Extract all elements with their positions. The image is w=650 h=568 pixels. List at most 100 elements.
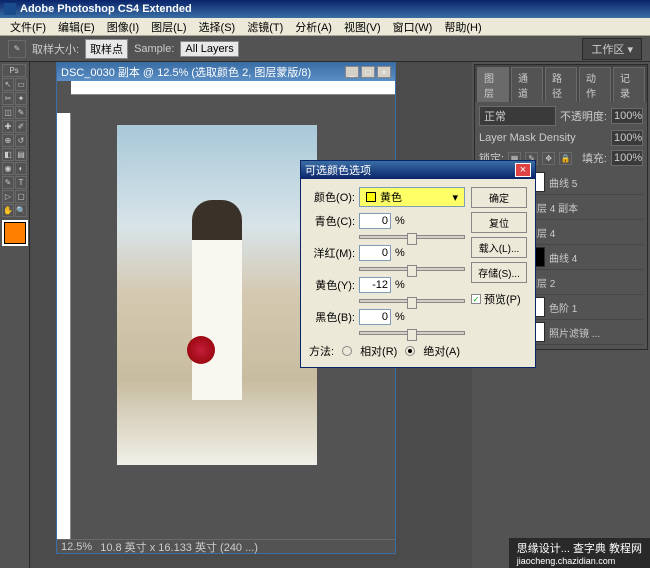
method-absolute-radio[interactable] — [405, 346, 415, 356]
cyan-slider[interactable] — [359, 235, 465, 239]
color-select[interactable]: 黄色▾ — [359, 187, 465, 207]
menu-filter[interactable]: 滤镜(T) — [241, 19, 289, 35]
tab-channels[interactable]: 通道 — [511, 67, 543, 102]
stamp-tool[interactable]: ⊕ — [2, 134, 14, 147]
zoom-level[interactable]: 12.5% — [61, 541, 92, 553]
close-button[interactable]: × — [377, 66, 391, 78]
lasso-tool[interactable]: ✂ — [2, 92, 14, 105]
method-relative-label: 相对(R) — [360, 343, 397, 359]
dialog-titlebar[interactable]: 可选颜色选项 × — [301, 161, 535, 179]
yellow-slider[interactable] — [359, 299, 465, 303]
foreground-color-swatch[interactable] — [4, 222, 26, 244]
menu-view[interactable]: 视图(V) — [338, 19, 387, 35]
workarea-button[interactable]: 工作区 ▾ — [582, 38, 642, 60]
selective-color-dialog: 可选颜色选项 × 颜色(O): 黄色▾ 青色(C):0% 洋红(M):0% 黄色… — [300, 160, 536, 368]
eyedropper-icon[interactable]: ✎ — [8, 40, 26, 58]
cyan-label: 青色(C): — [309, 213, 355, 229]
tab-paths[interactable]: 路径 — [545, 67, 577, 102]
app-title: Adobe Photoshop CS4 Extended — [20, 3, 646, 15]
menu-analysis[interactable]: 分析(A) — [289, 19, 338, 35]
sample-select[interactable]: All Layers — [180, 41, 238, 57]
cyan-input[interactable]: 0 — [359, 213, 391, 229]
ruler-vertical[interactable] — [57, 113, 71, 539]
menu-help[interactable]: 帮助(H) — [438, 19, 487, 35]
menu-layer[interactable]: 图层(L) — [145, 19, 192, 35]
document-title: DSC_0030 副本 @ 12.5% (选取颜色 2, 图层蒙版/8) — [61, 64, 311, 80]
menu-window[interactable]: 窗口(W) — [387, 19, 439, 35]
sample-size-select[interactable]: 取样点 — [85, 39, 128, 59]
pen-tool[interactable]: ✎ — [2, 176, 14, 189]
minimize-button[interactable]: _ — [345, 66, 359, 78]
document-dims: 10.8 英寸 x 16.133 英寸 (240 ...) — [100, 539, 258, 555]
blur-tool[interactable]: ◉ — [2, 162, 14, 175]
lock-all-icon[interactable]: 🔒 — [559, 152, 572, 165]
preview-checkbox[interactable]: ✓ — [471, 294, 481, 304]
fill-label: 填充: — [582, 150, 607, 166]
app-titlebar: Adobe Photoshop CS4 Extended — [0, 0, 650, 18]
dialog-buttons: 确定 复位 载入(L)... 存储(S)... ✓ 预览(P) — [471, 187, 527, 359]
method-label: 方法: — [309, 343, 334, 359]
lock-position-icon[interactable]: ✥ — [542, 152, 555, 165]
heal-tool[interactable]: ✚ — [2, 120, 14, 133]
mask-density-input[interactable]: 100% — [611, 130, 643, 146]
history-brush-tool[interactable]: ↺ — [15, 134, 27, 147]
layer-name: 色阶 1 — [549, 300, 577, 315]
shape-tool[interactable]: ▢ — [15, 190, 27, 203]
gradient-tool[interactable]: ▤ — [15, 148, 27, 161]
yellow-input[interactable]: -12 — [359, 277, 391, 293]
menu-image[interactable]: 图像(I) — [101, 19, 145, 35]
ps-logo-icon[interactable]: Ps — [2, 64, 26, 77]
image-content — [187, 336, 215, 364]
zoom-tool[interactable]: 🔍 — [15, 204, 27, 217]
menu-select[interactable]: 选择(S) — [193, 19, 242, 35]
tab-layers[interactable]: 图层 — [477, 67, 509, 102]
menu-edit[interactable]: 编辑(E) — [52, 19, 101, 35]
tab-history[interactable]: 记录 — [613, 67, 645, 102]
move-tool[interactable]: ↖ — [2, 78, 14, 91]
toolbox: Ps ↖▭ ✂✦ ◫✎ ✚✐ ⊕↺ ◧▤ ◉◐ ✎T ▷▢ ✋🔍 — [0, 62, 30, 568]
text-tool[interactable]: T — [15, 176, 27, 189]
preview-label: 预览(P) — [484, 291, 521, 307]
reset-button[interactable]: 复位 — [471, 212, 527, 233]
black-input[interactable]: 0 — [359, 309, 391, 325]
black-slider[interactable] — [359, 331, 465, 335]
color-swatch-icon — [366, 192, 376, 202]
ok-button[interactable]: 确定 — [471, 187, 527, 208]
tab-actions[interactable]: 动作 — [579, 67, 611, 102]
dialog-close-button[interactable]: × — [515, 163, 531, 177]
opacity-label: 不透明度: — [560, 108, 607, 124]
canvas-image[interactable] — [117, 125, 317, 465]
document-statusbar: 12.5% 10.8 英寸 x 16.133 英寸 (240 ...) — [57, 539, 395, 553]
hand-tool[interactable]: ✋ — [2, 204, 14, 217]
watermark: 思缘设计... 查字典 教程网 jiaocheng.chazidian.com — [509, 538, 650, 568]
dodge-tool[interactable]: ◐ — [15, 162, 27, 175]
path-tool[interactable]: ▷ — [2, 190, 14, 203]
black-label: 黑色(B): — [309, 309, 355, 325]
panel-tabs: 图层 通道 路径 动作 记录 — [475, 65, 647, 102]
dialog-controls: 颜色(O): 黄色▾ 青色(C):0% 洋红(M):0% 黄色(Y):-12% … — [309, 187, 465, 359]
sample-label: Sample: — [134, 43, 174, 55]
opacity-input[interactable]: 100% — [611, 108, 643, 124]
menu-file[interactable]: 文件(F) — [4, 19, 52, 35]
eyedropper-tool[interactable]: ✎ — [15, 106, 27, 119]
load-button[interactable]: 载入(L)... — [471, 237, 527, 258]
brush-tool[interactable]: ✐ — [15, 120, 27, 133]
save-button[interactable]: 存储(S)... — [471, 262, 527, 283]
document-titlebar[interactable]: DSC_0030 副本 @ 12.5% (选取颜色 2, 图层蒙版/8) _ □… — [57, 63, 395, 81]
crop-tool[interactable]: ◫ — [2, 106, 14, 119]
method-relative-radio[interactable] — [342, 346, 352, 356]
fill-input[interactable]: 100% — [611, 150, 643, 166]
ruler-horizontal[interactable] — [71, 81, 395, 95]
layer-name: 曲线 4 — [549, 250, 577, 265]
dialog-title: 可选颜色选项 — [305, 162, 371, 178]
blend-mode-select[interactable]: 正常 — [479, 106, 556, 126]
wand-tool[interactable]: ✦ — [15, 92, 27, 105]
magenta-input[interactable]: 0 — [359, 245, 391, 261]
eraser-tool[interactable]: ◧ — [2, 148, 14, 161]
layer-name: 照片滤镜 ... — [549, 325, 600, 340]
magenta-slider[interactable] — [359, 267, 465, 271]
magenta-label: 洋红(M): — [309, 245, 355, 261]
maximize-button[interactable]: □ — [361, 66, 375, 78]
marquee-tool[interactable]: ▭ — [15, 78, 27, 91]
menubar: 文件(F) 编辑(E) 图像(I) 图层(L) 选择(S) 滤镜(T) 分析(A… — [0, 18, 650, 36]
